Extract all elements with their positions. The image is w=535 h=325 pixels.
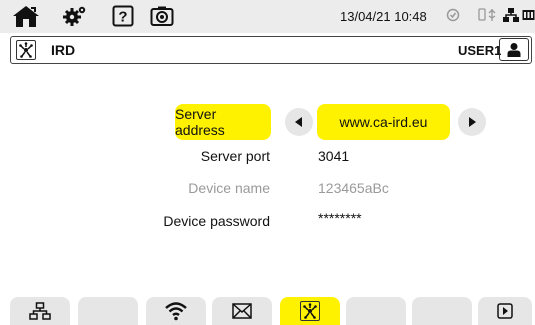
server-port-value[interactable]: 3041 xyxy=(318,148,349,164)
previous-value-button[interactable] xyxy=(285,108,313,136)
datetime: 13/04/21 10:48 xyxy=(340,9,427,24)
tab-empty-1[interactable] xyxy=(78,297,138,325)
home-icon[interactable] xyxy=(8,3,44,29)
server-address-value[interactable]: www.ca-ird.eu xyxy=(317,104,450,140)
ird-icon xyxy=(16,40,36,60)
ird-icon xyxy=(300,301,320,321)
status-ok-icon xyxy=(446,8,460,22)
server-address-value-text: www.ca-ird.eu xyxy=(339,114,428,130)
bottom-tab-bar xyxy=(0,297,535,325)
next-page-icon xyxy=(497,303,513,319)
tab-next-page[interactable] xyxy=(478,297,532,325)
user-icon xyxy=(507,42,521,57)
wifi-icon xyxy=(165,302,187,321)
ethernet-icon xyxy=(29,302,51,320)
arrow-left-icon xyxy=(295,117,302,127)
tab-empty-3[interactable] xyxy=(412,297,472,325)
device-password-value[interactable]: ******** xyxy=(318,210,362,226)
arrow-right-icon xyxy=(469,117,476,127)
tab-ird[interactable] xyxy=(280,297,340,325)
network-icon xyxy=(503,8,519,22)
camera-icon[interactable] xyxy=(149,3,175,29)
tab-email[interactable] xyxy=(212,297,272,325)
title-bar: IRD USER1 xyxy=(10,36,532,64)
device-name-value: 123465aBc xyxy=(318,180,389,196)
server-port-label: Server port xyxy=(200,148,270,164)
gear-icon[interactable] xyxy=(62,3,88,29)
help-icon[interactable]: ? xyxy=(111,3,135,29)
server-address-label-text: Server address xyxy=(175,106,225,138)
tab-empty-2[interactable] xyxy=(346,297,406,325)
device-name-label: Device name xyxy=(188,180,270,196)
tab-ethernet[interactable] xyxy=(10,297,70,325)
status-bar: ? 13/04/21 10:48 xyxy=(0,0,535,33)
help-glyph: ? xyxy=(118,9,127,26)
user-button[interactable] xyxy=(499,38,529,61)
device-password-label: Device password xyxy=(163,213,270,229)
battery-icon xyxy=(522,8,535,22)
usb-icon xyxy=(478,8,498,22)
email-icon xyxy=(232,303,252,319)
page-title: IRD xyxy=(51,42,76,58)
tab-wifi[interactable] xyxy=(146,297,206,325)
next-value-button[interactable] xyxy=(458,108,486,136)
server-address-label[interactable]: Server address xyxy=(175,104,271,140)
user-name: USER1 xyxy=(458,43,502,58)
